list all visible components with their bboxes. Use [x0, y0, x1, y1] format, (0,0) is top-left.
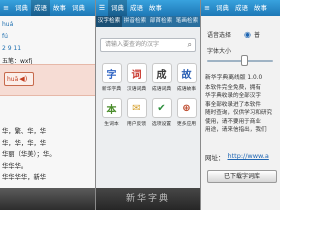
stroke-count: 2 9 11 — [2, 45, 22, 52]
radio-icon[interactable]: ◉ — [244, 30, 251, 39]
pronunciation-button[interactable]: huā ◀) — [4, 72, 34, 86]
grid-item-label: 成语词典 — [151, 87, 172, 92]
grid-item-label: 选项设置 — [151, 122, 172, 127]
top-tab-bar: ☰ 词典 成语 故事 — [96, 0, 200, 16]
tab-dictionary[interactable]: 词典 — [12, 0, 31, 16]
tab-stories[interactable]: 故事 — [50, 0, 69, 16]
tab-idioms[interactable]: 成语 — [127, 0, 146, 16]
word-book-icon: 词 — [126, 63, 147, 83]
tab-stories[interactable]: 故事 — [146, 0, 165, 16]
grid-item-label: 成语故事 — [176, 87, 197, 92]
pinyin-line-2: fú — [2, 33, 8, 40]
menu-icon[interactable]: ≡ — [0, 0, 12, 16]
definition-text: 华，繁、华，华 华，华，华，华 华丽（华美）；华。 华华华。 华华华华，新华 — [2, 126, 94, 184]
search-input[interactable]: 请输入要查询的汉字 ⌕ — [100, 38, 196, 52]
story-book-icon: 故 — [176, 63, 197, 83]
subtab-stroke-search[interactable]: 笔画检索 — [174, 16, 200, 27]
tab-dictionary[interactable]: 词典 — [108, 0, 127, 16]
about-line: 使用，请不要用于商业 — [205, 118, 261, 125]
bottom-banner: 新华字典 — [96, 188, 200, 210]
about-line: 本软件完全免费，拥有 — [205, 85, 261, 91]
grid-item-xinhua-dictionary[interactable]: 字 新华字典 — [100, 63, 123, 92]
subtab-character-search[interactable]: 汉字检索 — [96, 16, 122, 27]
tab-idioms[interactable]: 成语 — [31, 0, 50, 16]
grid-item-label: 汉语词典 — [126, 87, 147, 92]
voice-setting-label: 语音选择 — [207, 32, 232, 39]
top-tab-bar: ≡ 词典 成语 故事 词典 — [0, 0, 95, 16]
about-text: 本软件完全免费，拥有 华字典收录的全部汉字 事全部收录进了本软件 随时查询，仅供… — [205, 84, 279, 134]
checklist-icon: ✔ — [151, 98, 172, 118]
definition-line: 华丽（华美）；华。 — [2, 151, 56, 158]
idiom-book-icon: 成 — [151, 63, 172, 83]
grid-item-settings[interactable]: ✔ 选项设置 — [150, 98, 173, 127]
grid-item-chinese-dictionary[interactable]: 词 汉语词典 — [125, 63, 148, 92]
font-size-slider-handle[interactable] — [241, 55, 248, 66]
grid-item-label: 新华字典 — [101, 87, 122, 92]
grid-item-idiom-stories[interactable]: 故 成语故事 — [175, 63, 198, 92]
grid-item-vocabulary-book[interactable]: 本 生词本 — [100, 98, 123, 127]
settings-screen: ≡ 词典 成语 故事 语音选择 ◉ 普 字体大小 新华字典离线版 1.0.0 本… — [201, 0, 280, 210]
grid-item-idiom-dictionary[interactable]: 成 成语词典 — [150, 63, 173, 92]
tab-stories[interactable]: 故事 — [251, 0, 270, 16]
pinyin-text: huā — [7, 75, 19, 83]
grid-item-label: 生词本 — [104, 122, 119, 127]
search-placeholder: 请输入要查询的汉字 — [105, 41, 160, 48]
website-label: 网址： — [205, 154, 225, 162]
notebook-icon: 本 — [101, 98, 122, 118]
speaker-icon: ◀) — [19, 75, 28, 83]
font-size-label: 字体大小 — [207, 48, 232, 55]
grid-item-more-apps[interactable]: ⊕ 更多应用 — [175, 98, 198, 127]
grid-item-label: 用户反馈 — [126, 122, 147, 127]
about-line: 用途，请来信指出，我们 — [205, 127, 267, 134]
search-icon[interactable]: ⌕ — [188, 40, 192, 50]
bottom-bar — [0, 188, 95, 210]
tab-words[interactable]: 词典 — [69, 0, 88, 16]
website-row: 网址： http://www.a — [205, 152, 269, 162]
voice-setting-value: 普 — [254, 32, 261, 39]
grid-item-feedback[interactable]: ✉ 用户反馈 — [125, 98, 148, 127]
subtab-pinyin-search[interactable]: 拼音检索 — [122, 16, 148, 27]
subtab-radical-search[interactable]: 部首检索 — [148, 16, 174, 27]
about-line: 随时查询，仅供学习和研究 — [205, 110, 273, 117]
font-size-slider[interactable] — [207, 60, 273, 62]
definition-line: 华，华，华，华 — [2, 139, 47, 147]
character-detail-screen: ≡ 词典 成语 故事 词典 huá fú 2 9 11 五笔：wxfj huā … — [0, 0, 95, 210]
pinyin-line: huá — [2, 21, 14, 28]
voice-setting[interactable]: 语音选择 ◉ 普 — [207, 30, 260, 39]
app-icon: ☰ — [98, 4, 106, 12]
tab-idioms[interactable]: 成语 — [232, 0, 251, 16]
home-screen: ☰ 词典 成语 故事 汉字检索 拼音检索 部首检索 笔画检索 请输入要查询的汉字… — [96, 0, 200, 210]
definition-line: 华华华。 — [2, 162, 28, 170]
search-mode-tabs: 汉字检索 拼音检索 部首检索 笔画检索 — [96, 16, 200, 27]
top-tab-bar: ≡ 词典 成语 故事 — [201, 0, 280, 16]
grid-item-label: 更多应用 — [176, 122, 197, 127]
about-line: 华字典收录的全部汉字 — [205, 93, 261, 100]
app-version: 新华字典离线版 1.0.0 — [205, 75, 263, 81]
feature-grid: 字 新华字典 词 汉语词典 成 成语词典 故 成语故事 本 生词本 ✉ 用户反馈… — [100, 63, 198, 127]
downloaded-library-button[interactable]: 已下载字词库 — [207, 170, 277, 183]
about-line: 事全部收录进了本软件 — [205, 101, 261, 108]
font-size-setting: 字体大小 — [207, 46, 231, 55]
more-apps-icon: ⊕ — [176, 98, 197, 118]
mail-icon: ✉ — [126, 98, 147, 118]
definition-line: 华华华华，新华 — [2, 174, 47, 181]
website-link[interactable]: http://www.a — [228, 152, 269, 162]
dictionary-icon: 字 — [101, 63, 122, 83]
definition-line: 华，繁、华，华 — [2, 128, 47, 135]
menu-icon[interactable]: ≡ — [201, 0, 213, 16]
tab-dictionary[interactable]: 词典 — [213, 0, 232, 16]
